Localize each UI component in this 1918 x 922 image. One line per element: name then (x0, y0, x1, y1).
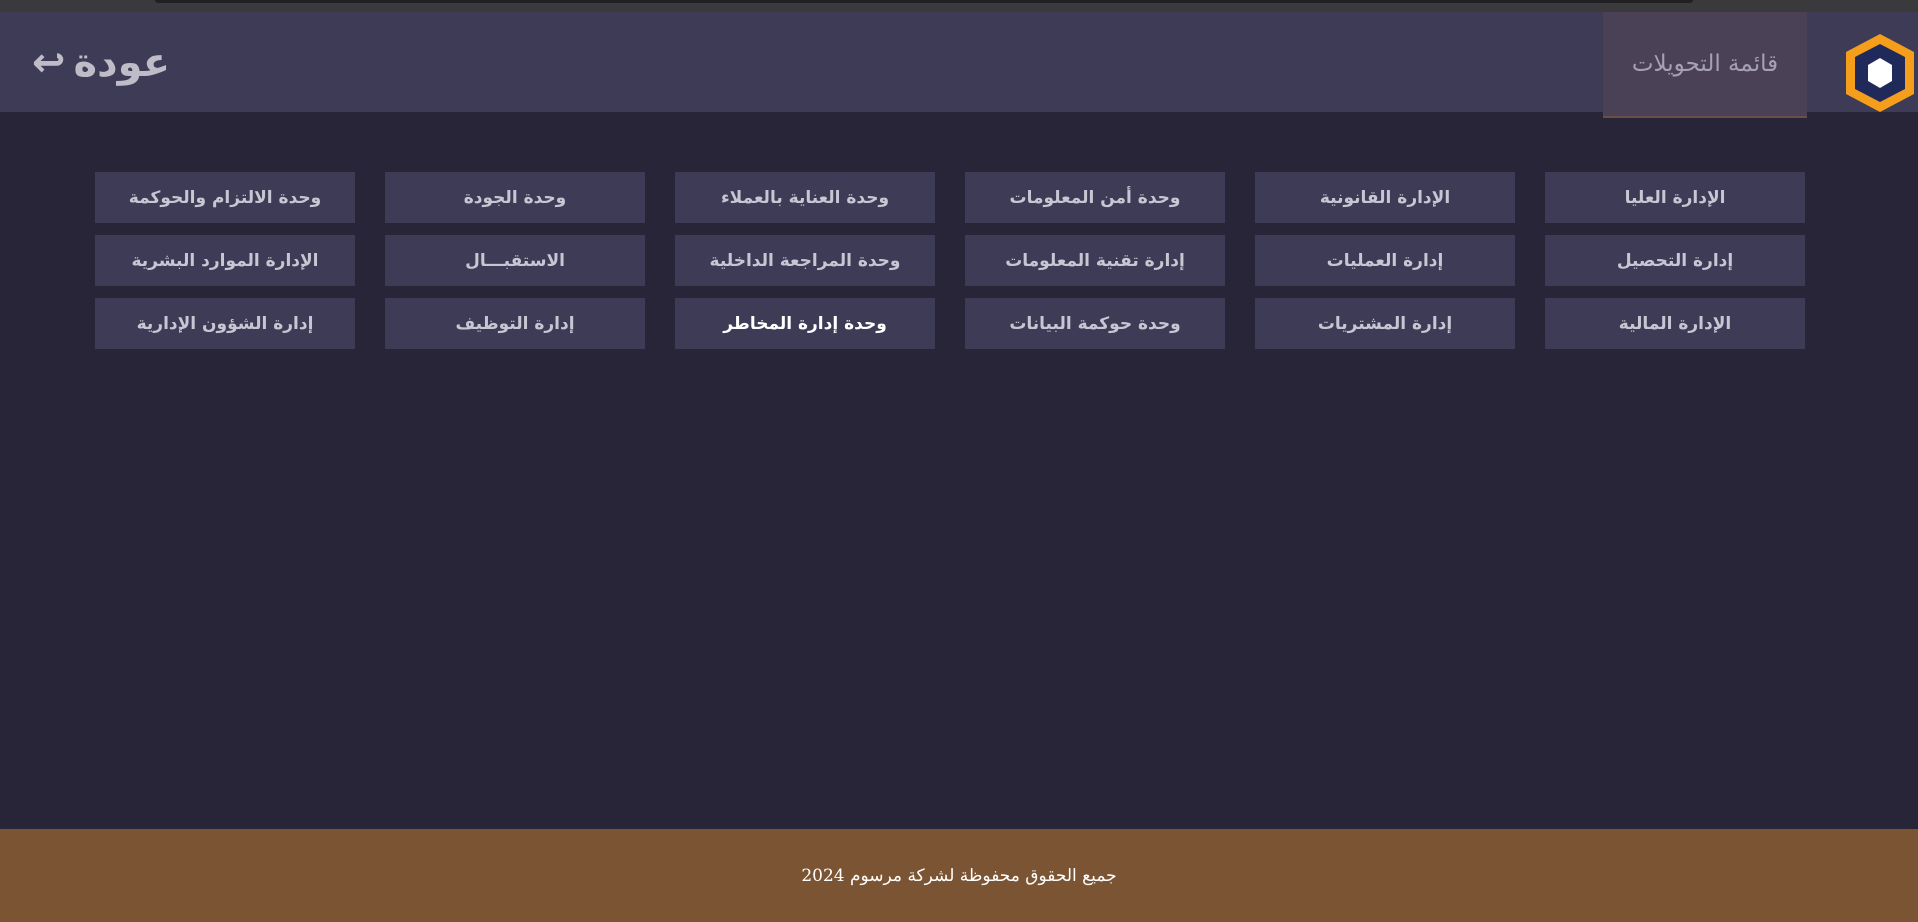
page-header: ↩ عودة قائمة التحويلات (0, 12, 1918, 118)
department-button[interactable]: إدارة الشؤون الإدارية (95, 298, 355, 349)
transfers-list-label: قائمة التحويلات (1631, 51, 1779, 77)
department-button[interactable]: إدارة التحصيل (1545, 235, 1805, 286)
browser-address-bar-edge (155, 0, 1693, 3)
hexagon-logo-icon[interactable] (1842, 30, 1918, 116)
copyright-text: جميع الحقوق محفوظة لشركة مرسوم 2024 (801, 865, 1117, 886)
back-label: عودة (73, 40, 171, 86)
back-button[interactable]: ↩ عودة (32, 28, 170, 98)
footer: جميع الحقوق محفوظة لشركة مرسوم 2024 (0, 829, 1918, 922)
transfers-list-tab[interactable]: قائمة التحويلات (1603, 12, 1807, 118)
department-button[interactable]: وحدة الجودة (385, 172, 645, 223)
department-button[interactable]: وحدة الالتزام والحوكمة (95, 172, 355, 223)
department-button[interactable]: وحدة حوكمة البيانات (965, 298, 1225, 349)
department-button[interactable]: الإدارة العليا (1545, 172, 1805, 223)
department-button[interactable]: الاستقبـــال (385, 235, 645, 286)
department-button[interactable]: إدارة تقنية المعلومات (965, 235, 1225, 286)
return-arrow-icon: ↩ (32, 40, 66, 86)
department-button[interactable]: وحدة المراجعة الداخلية (675, 235, 935, 286)
department-button[interactable]: إدارة المشتريات (1255, 298, 1515, 349)
department-button[interactable]: إدارة العمليات (1255, 235, 1515, 286)
department-button[interactable]: وحدة إدارة المخاطر (675, 298, 935, 349)
department-button[interactable]: الإدارة القانونية (1255, 172, 1515, 223)
departments-grid: الإدارة العليا الإدارة القانونية وحدة أمن … (95, 172, 1805, 349)
department-button[interactable]: الإدارة المالية (1545, 298, 1805, 349)
department-button[interactable]: الإدارة الموارد البشرية (95, 235, 355, 286)
department-button[interactable]: وحدة أمن المعلومات (965, 172, 1225, 223)
department-button[interactable]: وحدة العناية بالعملاء (675, 172, 935, 223)
browser-top-strip (0, 0, 1918, 12)
department-button[interactable]: إدارة التوظيف (385, 298, 645, 349)
